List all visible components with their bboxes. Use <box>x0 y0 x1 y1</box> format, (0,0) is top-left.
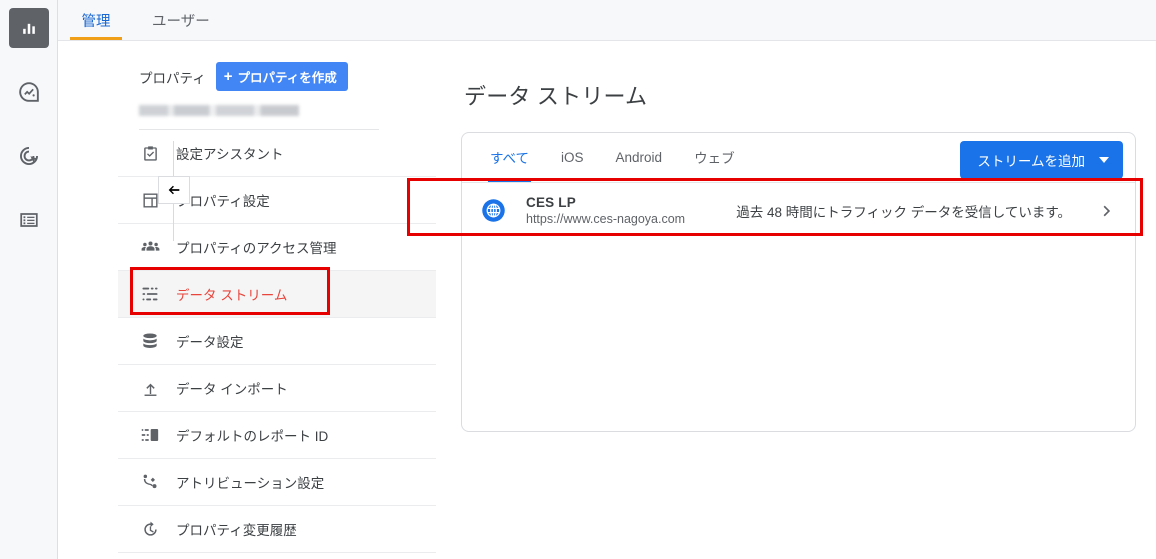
tab-admin-label: 管理 <box>81 13 111 30</box>
configure-icon[interactable] <box>9 200 49 240</box>
page-title: データ ストリーム <box>464 84 648 109</box>
left-icon-rail <box>0 0 58 559</box>
sidebar-item-attribution-settings[interactable]: アトリビューション設定 <box>118 459 438 506</box>
stream-status-text: 過去 48 時間にトラフィック データを受信しています。 <box>736 204 1071 220</box>
property-header: プロパティ + プロパティを作成 <box>118 41 438 91</box>
sidebar-item-label: アトリビューション設定 <box>176 476 325 491</box>
advertising-icon[interactable] <box>9 136 49 176</box>
chevron-down-icon <box>1099 157 1109 163</box>
collapse-sidebar-button[interactable] <box>158 176 190 204</box>
sidebar-item-label: プロパティのアクセス管理 <box>176 241 337 256</box>
analytics-admin-screen: 管理 ユーザー プロパティ + プロパティを作成 設定アシスタント プロパティ設… <box>0 0 1156 559</box>
tab-users[interactable]: ユーザー <box>134 0 228 40</box>
content-shell: プロパティ + プロパティを作成 設定アシスタント プロパティ設定 プロパティの… <box>58 40 1156 559</box>
chevron-right-icon[interactable] <box>1097 201 1117 221</box>
sidebar-item-label: 設定アシスタント <box>176 147 284 162</box>
top-tab-bar: 管理 ユーザー <box>58 0 1156 40</box>
property-label: プロパティ <box>139 70 206 86</box>
assistant-icon <box>139 142 161 164</box>
tab-users-label: ユーザー <box>152 13 210 30</box>
add-stream-label: ストリームを追加 <box>977 154 1085 169</box>
tab-admin[interactable]: 管理 <box>58 0 134 40</box>
people-icon <box>139 236 161 258</box>
create-property-button[interactable]: + プロパティを作成 <box>215 62 348 91</box>
tab-android-label: Android <box>615 149 663 165</box>
report-id-icon <box>139 424 161 446</box>
sidebar-item-data-import[interactable]: データ インポート <box>118 365 438 412</box>
sidebar-item-label: プロパティ設定 <box>176 194 270 209</box>
plus-icon: + <box>223 68 233 85</box>
sidebar-item-default-report-id[interactable]: デフォルトのレポート ID <box>118 412 438 459</box>
stream-name: CES LP <box>526 195 576 210</box>
sidebar-item-label: データ ストリーム <box>176 288 288 303</box>
sidebar-item-property-change-history[interactable]: プロパティ変更履歴 <box>118 506 438 553</box>
tab-ios[interactable]: iOS <box>545 132 600 182</box>
tab-all-label: すべて <box>490 151 530 166</box>
upload-icon <box>139 377 161 399</box>
tab-web[interactable]: ウェブ <box>678 132 751 182</box>
add-stream-button[interactable]: ストリームを追加 <box>960 141 1123 179</box>
property-name-redacted <box>139 105 299 116</box>
tab-web-label: ウェブ <box>694 151 735 166</box>
stream-text-block: CES LP https://www.ces-nagoya.com <box>526 195 685 226</box>
database-icon <box>139 330 161 352</box>
sidebar-item-data-settings[interactable]: データ設定 <box>118 318 438 365</box>
stream-url: https://www.ces-nagoya.com <box>526 212 686 226</box>
stream-type-tabs: すべて iOS Android ウェブ ストリームを追加 <box>462 133 1135 183</box>
data-streams-card: すべて iOS Android ウェブ ストリームを追加 CES LP http… <box>461 132 1136 432</box>
attribution-icon <box>139 471 161 493</box>
property-sidebar: プロパティ + プロパティを作成 設定アシスタント プロパティ設定 プロパティの… <box>118 41 438 559</box>
sidebar-item-label: データ インポート <box>176 382 288 397</box>
sidebar-item-label: プロパティ変更履歴 <box>176 523 297 538</box>
tab-android[interactable]: Android <box>600 132 679 182</box>
sidebar-item-label: データ設定 <box>176 335 244 350</box>
explore-icon[interactable] <box>9 72 49 112</box>
history-icon <box>139 518 161 540</box>
reports-icon[interactable] <box>8 8 49 48</box>
sidebar-item-setup-assistant[interactable]: 設定アシスタント <box>118 130 438 177</box>
main-panel: データ ストリーム すべて iOS Android ウェブ ストリームを追加 C… <box>436 41 1156 559</box>
globe-icon <box>480 197 508 224</box>
sidebar-item-data-streams[interactable]: データ ストリーム <box>118 271 438 318</box>
data-stream-icon <box>139 283 161 305</box>
tab-all[interactable]: すべて <box>474 132 545 182</box>
tab-ios-label: iOS <box>561 149 584 165</box>
collapse-arrow-icon <box>168 185 180 195</box>
sidebar-item-property-access-management[interactable]: プロパティのアクセス管理 <box>118 224 438 271</box>
sidebar-item-label: デフォルトのレポート ID <box>176 429 329 444</box>
create-property-label: プロパティを作成 <box>237 71 337 85</box>
stream-list-item[interactable]: CES LP https://www.ces-nagoya.com 過去 48 … <box>462 183 1135 238</box>
